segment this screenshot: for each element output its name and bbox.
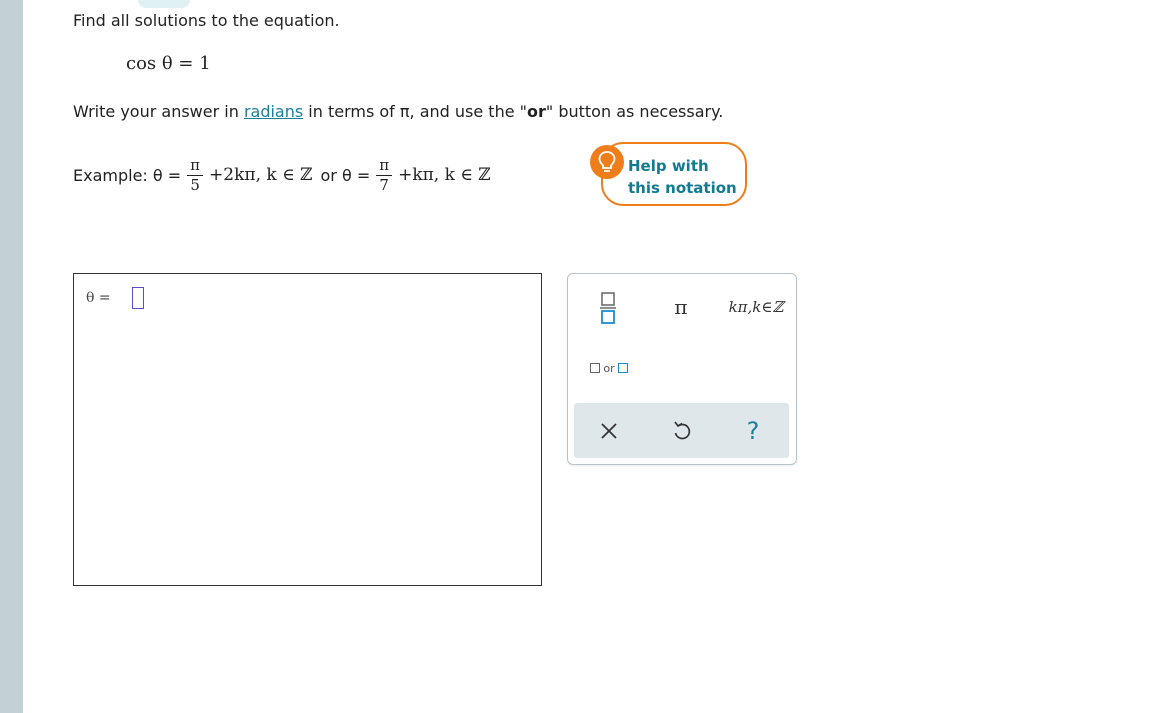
answer-input-cursor[interactable] bbox=[132, 287, 144, 309]
example-term-1: +2kπ, k ∈ ℤ bbox=[209, 165, 313, 185]
close-icon bbox=[601, 423, 617, 439]
or-key-label: or bbox=[603, 361, 615, 375]
instruction-mid: in terms of π, and use the " bbox=[303, 102, 527, 121]
or-left-box-icon bbox=[590, 363, 601, 373]
undo-icon bbox=[674, 421, 691, 440]
answer-theta-label: θ = bbox=[86, 290, 111, 306]
fraction-key[interactable] bbox=[593, 289, 623, 327]
instruction-or-bold: or bbox=[527, 102, 546, 121]
example-term-2: +kπ, k ∈ ℤ bbox=[398, 165, 491, 185]
question-prompt: Find all solutions to the equation. bbox=[73, 11, 340, 30]
lightbulb-icon[interactable] bbox=[590, 145, 624, 179]
example-frac2-numerator: π bbox=[376, 156, 393, 176]
example-frac1-denominator: 5 bbox=[190, 175, 200, 194]
help-line-2: this notation bbox=[628, 179, 737, 197]
example-or-text: or θ = bbox=[320, 165, 371, 185]
instruction-before: Write your answer in bbox=[73, 102, 244, 121]
instruction-after: " button as necessary. bbox=[545, 102, 724, 121]
help-line-1: Help with bbox=[628, 157, 709, 175]
keypad-help-button[interactable]: ? bbox=[738, 416, 768, 446]
example-fraction-2: π 7 bbox=[376, 156, 393, 194]
example-notation: Example: θ = π 5 +2kπ, k ∈ ℤ or θ = π 7 … bbox=[73, 150, 491, 200]
pi-key[interactable]: π bbox=[664, 292, 698, 322]
question-equation: cos θ = 1 bbox=[126, 53, 211, 74]
top-tab-indicator bbox=[138, 0, 190, 8]
help-notation-label[interactable]: Help with this notation bbox=[628, 155, 737, 199]
fraction-icon bbox=[600, 292, 616, 324]
example-frac2-denominator: 7 bbox=[379, 175, 389, 194]
radians-link[interactable]: radians bbox=[244, 102, 303, 121]
example-frac1-numerator: π bbox=[187, 156, 204, 176]
k-pi-integer-key[interactable]: kπ,k∈ℤ bbox=[722, 292, 790, 322]
or-key[interactable]: or bbox=[584, 357, 634, 379]
clear-button[interactable] bbox=[594, 416, 624, 446]
example-label: Example: θ = bbox=[73, 165, 182, 185]
or-right-box-icon bbox=[617, 363, 628, 373]
instruction-text: Write your answer in radians in terms of… bbox=[73, 102, 723, 121]
answer-input-area[interactable] bbox=[73, 273, 542, 586]
undo-button[interactable] bbox=[667, 416, 697, 446]
left-sidebar bbox=[0, 0, 23, 713]
example-fraction-1: π 5 bbox=[187, 156, 204, 194]
